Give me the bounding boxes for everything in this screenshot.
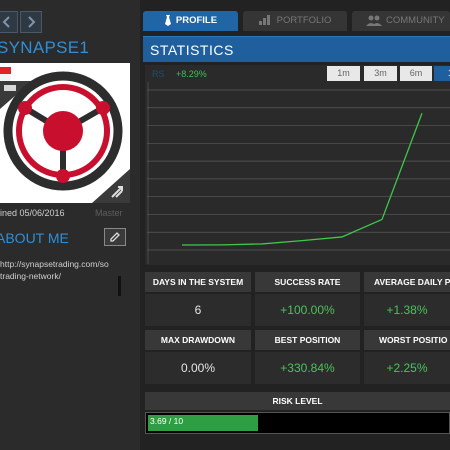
metric-worst-label: WORST POSITIO [364, 330, 450, 350]
edit-about-button[interactable] [104, 228, 126, 246]
risk-level-label: RISK LEVEL [145, 392, 450, 410]
tab-community-label: COMMUNITY [386, 15, 445, 26]
metric-best-value: +330.84% [255, 352, 360, 384]
risk-level-value: 3.69 / 10 [150, 416, 184, 426]
performance-line-chart [147, 82, 450, 264]
tab-portfolio[interactable]: PORTFOLIO [243, 11, 347, 31]
metric-best-label: BEST POSITION [255, 330, 360, 350]
about-scrollbar[interactable] [118, 276, 121, 296]
pencil-icon [110, 232, 120, 242]
joined-date: ined 05/06/2016 [0, 208, 65, 218]
tab-profile[interactable]: PROFILE [143, 11, 238, 31]
metric-days-label: DAYS IN THE SYSTEM [145, 272, 251, 292]
range-1y-button[interactable]: 1y [434, 66, 450, 81]
range-6m-button[interactable]: 6m [400, 66, 432, 81]
forward-button[interactable] [20, 11, 42, 33]
return-prefix: RS [152, 69, 165, 79]
range-1m-button[interactable]: 1m [327, 66, 360, 81]
metric-success-label: SUCCESS RATE [255, 272, 360, 292]
about-me-text: http://synapsetrading.com/so trading-net… [0, 259, 109, 281]
profile-sidebar: SYNAPSE1 ined 05/06/2016 Master ABOUT ME [0, 0, 140, 450]
metric-drawdown-label: MAX DRAWDOWN [145, 330, 251, 350]
username: SYNAPSE1 [0, 38, 90, 57]
back-button[interactable] [0, 11, 18, 33]
chevron-left-icon [2, 16, 10, 28]
expand-corner-icon[interactable] [92, 169, 130, 203]
users-icon [366, 15, 382, 26]
return-percentage: +8.29% [176, 69, 207, 79]
tab-profile-label: PROFILE [175, 15, 218, 26]
metric-drawdown-value: 0.00% [145, 352, 251, 384]
bar-chart-icon [258, 15, 270, 26]
metric-days-value: 6 [145, 294, 251, 326]
chevron-right-icon [28, 16, 36, 28]
risk-level-bar: 3.69 / 10 [145, 412, 450, 434]
tab-community[interactable]: COMMUNITY [352, 11, 450, 31]
metric-avg-daily-value: +1.38% [364, 294, 450, 326]
tab-portfolio-label: PORTFOLIO [276, 15, 332, 26]
tie-icon [164, 14, 171, 26]
metric-avg-daily-label: AVERAGE DAILY PA [364, 272, 450, 292]
statistics-title: STATISTICS [150, 42, 234, 58]
metric-worst-value: +2.25% [364, 352, 450, 384]
about-me-title: ABOUT ME [0, 230, 69, 246]
member-tier: Master [95, 208, 123, 218]
range-3m-button[interactable]: 3m [364, 66, 397, 81]
metric-success-value: +100.00% [255, 294, 360, 326]
avatar [0, 63, 130, 203]
statistics-header: STATISTICS [143, 36, 450, 62]
